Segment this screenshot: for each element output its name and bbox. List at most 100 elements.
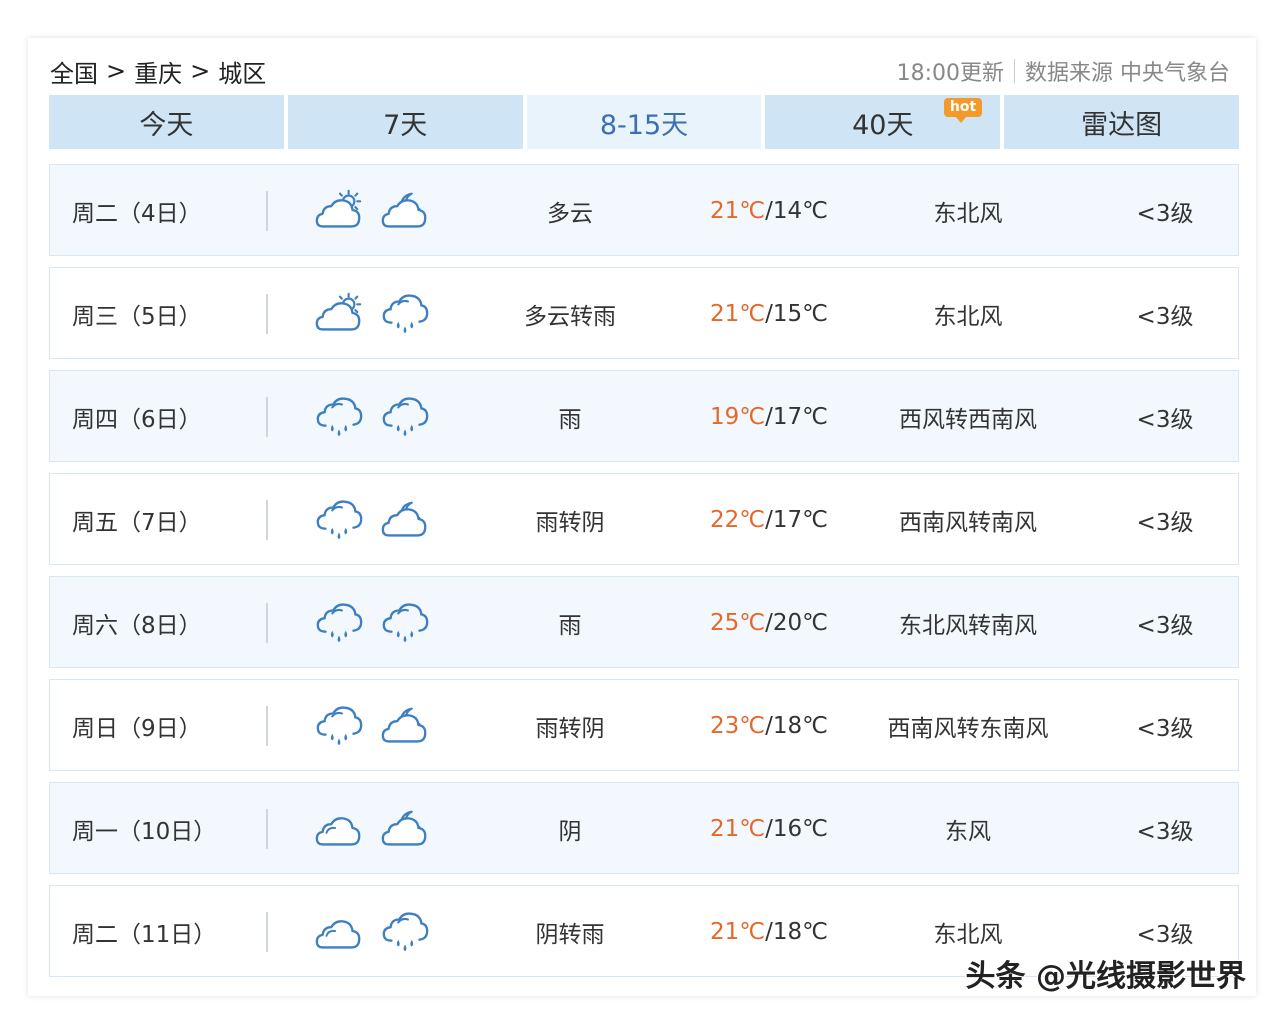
- column-divider: [266, 577, 268, 669]
- temperature: 22℃/17℃: [710, 474, 830, 566]
- wind-direction: 西南风转东南风: [887, 716, 1049, 742]
- forecast-row: 周二（4日） 多云 21℃/14℃ 东北风 <3级: [49, 164, 1239, 256]
- overcast-icon: [315, 920, 361, 949]
- temperature: 21℃/15℃: [710, 268, 830, 360]
- temperature-separator: /: [765, 198, 773, 224]
- low-temperature: 14℃: [772, 198, 828, 224]
- tab-label: 8-15天: [599, 109, 689, 141]
- temperature-separator: /: [765, 713, 773, 739]
- low-temperature: 18℃: [772, 713, 828, 739]
- weather-description: 阴转雨: [535, 922, 605, 948]
- wind-level: <3级: [1136, 201, 1194, 227]
- wind-level: <3级: [1136, 613, 1194, 639]
- column-divider: [266, 371, 268, 463]
- column-divider: [266, 474, 268, 566]
- weather-icons: [313, 165, 433, 257]
- column-divider: [266, 680, 268, 772]
- temperature-separator: /: [765, 816, 773, 842]
- wind-level: <3级: [1136, 716, 1194, 742]
- forecast-date: 周三（5日）: [72, 304, 202, 330]
- wind-level: <3级: [1136, 407, 1194, 433]
- forecast-row: 周三（5日） 多云转雨 21℃/15℃ 东北风 <3级: [49, 267, 1239, 359]
- rain-icon: [382, 397, 429, 437]
- rain-icon: [316, 500, 363, 540]
- weather-icons: [313, 577, 433, 669]
- wind-direction: 东北风转南风: [899, 613, 1037, 639]
- tab-label: 雷达图: [1081, 109, 1163, 141]
- forecast-date: 周五（7日）: [72, 510, 202, 536]
- forecast-date: 周六（8日）: [72, 613, 202, 639]
- breadcrumb-country[interactable]: 全国: [50, 54, 98, 89]
- tab-40-days[interactable]: 40天 hot: [765, 95, 1001, 149]
- overcast-moon-icon: [381, 501, 427, 537]
- weather-icons: [313, 886, 433, 978]
- weather-description: 阴: [558, 819, 582, 845]
- forecast-row: 周五（7日） 雨转阴 22℃/17℃ 西南风转南风 <3级: [49, 473, 1239, 565]
- breadcrumb-city[interactable]: 重庆: [134, 54, 182, 89]
- low-temperature: 17℃: [772, 507, 828, 533]
- wind-level: <3级: [1136, 819, 1194, 845]
- temperature-separator: /: [765, 404, 773, 430]
- weather-icons: [313, 268, 433, 360]
- breadcrumb-separator: >: [106, 57, 127, 85]
- column-divider: [266, 268, 268, 360]
- column-divider: [266, 165, 268, 257]
- tab-label: 40天: [852, 109, 914, 141]
- forecast-date: 周一（10日）: [72, 819, 217, 845]
- high-temperature: 23℃: [710, 713, 766, 739]
- high-temperature: 22℃: [710, 507, 766, 533]
- weather-icons: [313, 783, 433, 875]
- breadcrumb-district: 城区: [218, 59, 267, 88]
- low-temperature: 16℃: [772, 816, 828, 842]
- forecast-row: 周四（6日） 雨 19℃/17℃ 西风转西南风 <3级: [49, 370, 1239, 462]
- tab-today[interactable]: 今天: [49, 95, 284, 149]
- data-source: 数据来源 中央气象台: [1025, 61, 1230, 86]
- tab-8-15-days[interactable]: 8-15天: [526, 95, 762, 149]
- high-temperature: 21℃: [710, 816, 766, 842]
- weather-description: 雨: [558, 407, 582, 433]
- rain-icon: [316, 603, 363, 643]
- overcast-moon-icon: [381, 707, 427, 743]
- wind-direction: 东风: [945, 819, 991, 845]
- breadcrumb-separator: >: [190, 57, 211, 85]
- rain-icon: [316, 397, 363, 437]
- weather-description: 雨转阴: [535, 510, 605, 536]
- high-temperature: 21℃: [710, 301, 766, 327]
- overcast-icon: [315, 817, 361, 846]
- weather-icons: [313, 371, 433, 463]
- weather-description: 雨转阴: [535, 716, 605, 742]
- forecast-row: 周日（9日） 雨转阴 23℃/18℃ 西南风转东南风 <3级: [49, 679, 1239, 771]
- breadcrumb: 全国 > 重庆 > 城区: [50, 54, 266, 89]
- high-temperature: 19℃: [710, 404, 766, 430]
- wind-direction: 西风转西南风: [899, 407, 1037, 433]
- temperature: 23℃/18℃: [710, 680, 830, 772]
- weather-icons: [313, 680, 433, 772]
- update-time: 18:00更新: [896, 61, 1004, 86]
- high-temperature: 21℃: [710, 919, 766, 945]
- column-divider: [266, 886, 268, 978]
- top-bar: 全国 > 重庆 > 城区 18:00更新 数据来源 中央气象台: [50, 54, 1230, 89]
- forecast-row: 周六（8日） 雨 25℃/20℃ 东北风转南风 <3级: [49, 576, 1239, 668]
- forecast-list: 周二（4日） 多云 21℃/14℃ 东北风 <3级 周三（5日） 多云转雨 21℃/15℃ 东北…: [49, 164, 1239, 988]
- rain-icon: [382, 603, 429, 643]
- wind-level: <3级: [1136, 510, 1194, 536]
- weather-description: 多云: [547, 201, 593, 227]
- hot-badge: hot: [943, 98, 983, 123]
- temperature-separator: /: [765, 507, 773, 533]
- cloudy-sun-icon: [315, 189, 362, 228]
- temperature: 21℃/14℃: [710, 165, 830, 257]
- rain-icon: [382, 912, 429, 952]
- forecast-date: 周二（11日）: [72, 922, 217, 948]
- wind-direction: 西南风转南风: [899, 510, 1037, 536]
- temperature: 21℃/18℃: [710, 886, 830, 978]
- temperature: 21℃/16℃: [710, 783, 830, 875]
- forecast-date: 周四（6日）: [72, 407, 202, 433]
- tab-label: 今天: [139, 109, 194, 141]
- watermark: 头条 @光线摄影世界: [965, 959, 1246, 994]
- cloudy-sun-icon: [315, 292, 362, 331]
- low-temperature: 15℃: [772, 301, 828, 327]
- update-info: 18:00更新 数据来源 中央气象台: [897, 55, 1230, 87]
- tab-radar[interactable]: 雷达图: [1004, 95, 1239, 149]
- tab-7-days[interactable]: 7天: [287, 95, 523, 149]
- low-temperature: 20℃: [772, 610, 828, 636]
